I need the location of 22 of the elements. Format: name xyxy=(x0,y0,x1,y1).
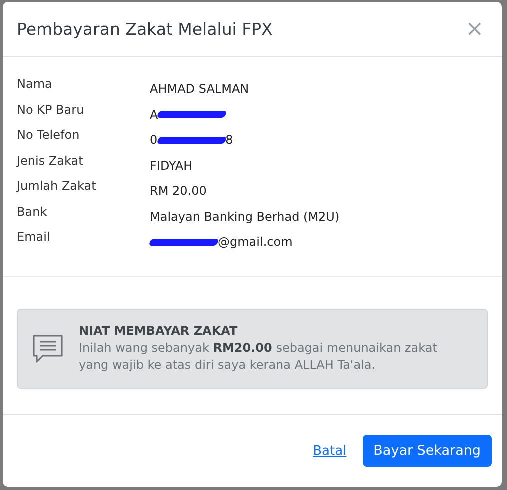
field-label: Email xyxy=(17,230,52,244)
field-value: Malayan Banking Berhad (M2U) xyxy=(150,208,340,224)
field-label: No Telefon xyxy=(17,128,81,142)
field-value: AHMAD SALMAN xyxy=(150,81,250,96)
close-button[interactable]: × xyxy=(462,16,488,42)
field-value: RM 20.00 xyxy=(150,183,207,198)
field-label: Jumlah Zakat xyxy=(17,179,98,193)
pay-button[interactable]: Bayar Sekarang xyxy=(362,435,492,468)
field-label: Jenis Zakat xyxy=(17,154,84,168)
field-value: 8 xyxy=(226,133,234,147)
message-icon xyxy=(32,332,64,365)
notice-title: NIAT MEMBAYAR ZAKAT xyxy=(79,324,239,338)
field-label: Bank xyxy=(17,204,48,218)
field-value: 0 xyxy=(150,133,158,147)
field-value: @gmail.com xyxy=(218,235,293,249)
field-value: A xyxy=(150,108,158,122)
field-label: No KP Baru xyxy=(17,102,86,116)
field-value: FIDYAH xyxy=(150,158,193,172)
cancel-link[interactable]: Batal xyxy=(313,444,347,459)
modal-title: Pembayaran Zakat Melalui FPX xyxy=(17,20,273,38)
notice-text: Inilah wang sebanyak RM20.00 sebagai menunaikan zakat yang wajib ke atas diri saya kerana ALLAH Ta'ala. xyxy=(79,340,438,374)
field-label: Nama xyxy=(17,77,54,91)
